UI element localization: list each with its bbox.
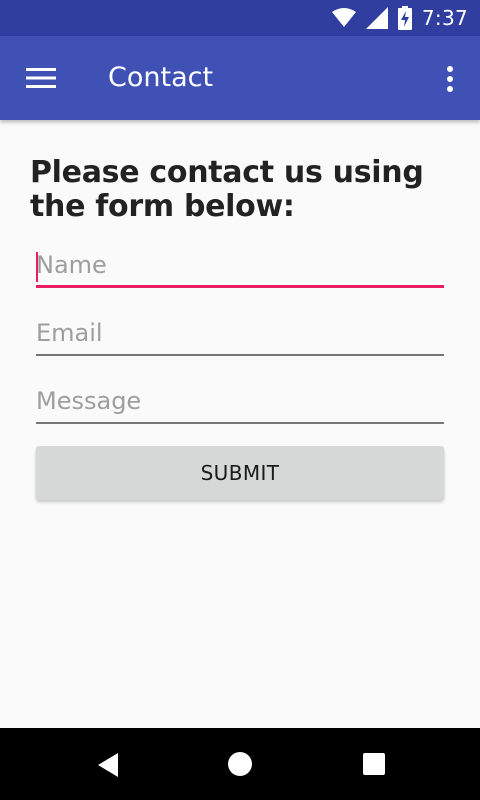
status-time: 7:37 bbox=[421, 6, 468, 30]
back-icon[interactable] bbox=[94, 750, 124, 780]
text-cursor bbox=[36, 252, 38, 282]
menu-icon[interactable] bbox=[26, 68, 56, 88]
name-field-container bbox=[36, 248, 444, 290]
message-field[interactable] bbox=[36, 384, 444, 424]
email-field-container bbox=[36, 316, 444, 358]
status-bar: 7:37 bbox=[0, 0, 480, 36]
overflow-menu-icon[interactable] bbox=[446, 66, 454, 92]
status-icons: 7:37 bbox=[331, 0, 468, 36]
cell-signal-icon bbox=[365, 7, 388, 29]
app-bar: Contact bbox=[0, 36, 480, 120]
contact-form: Please contact us using the form below: … bbox=[0, 120, 480, 728]
page-title: Contact bbox=[108, 62, 214, 93]
wifi-icon bbox=[331, 8, 356, 27]
email-field[interactable] bbox=[36, 316, 444, 356]
home-icon[interactable] bbox=[226, 750, 256, 780]
recents-icon[interactable] bbox=[360, 750, 390, 780]
navigation-bar bbox=[0, 728, 480, 800]
submit-button[interactable]: SUBMIT bbox=[36, 446, 444, 500]
message-field-container bbox=[36, 384, 444, 426]
name-field[interactable] bbox=[36, 248, 444, 288]
battery-charging-icon bbox=[397, 6, 412, 30]
form-heading: Please contact us using the form below: bbox=[30, 155, 424, 224]
